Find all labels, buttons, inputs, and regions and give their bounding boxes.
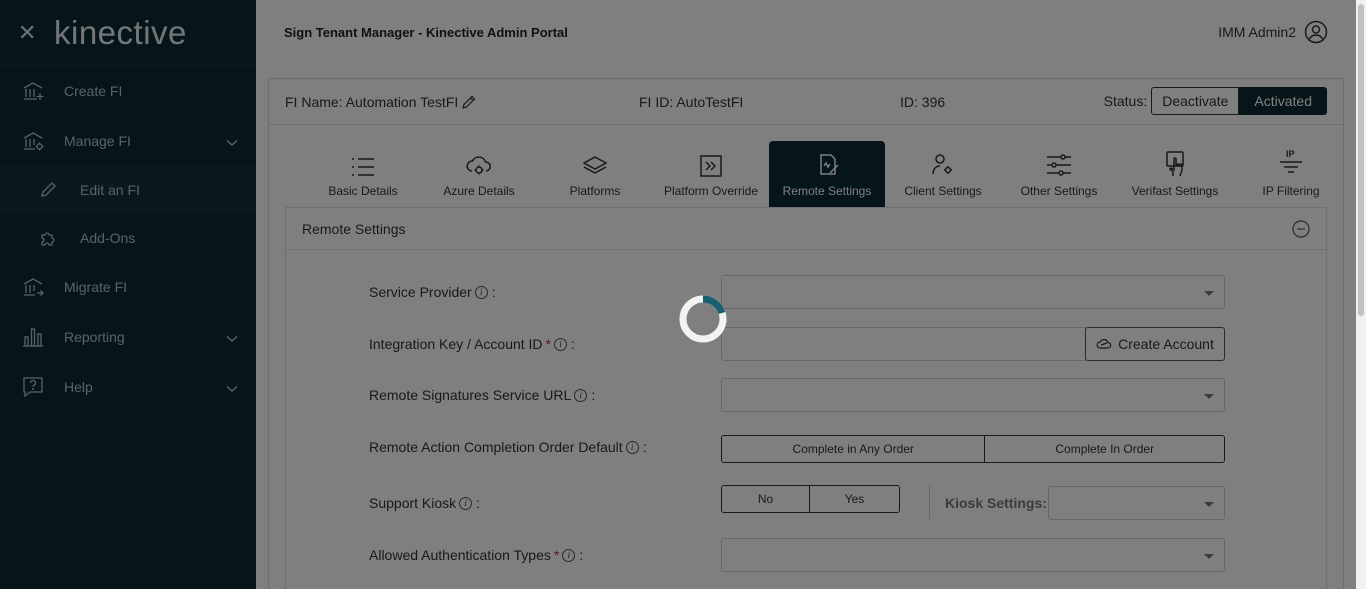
page-scrollbar[interactable] — [1356, 0, 1366, 589]
loading-spinner-icon — [679, 295, 727, 343]
scrollbar-thumb[interactable] — [1358, 4, 1364, 316]
